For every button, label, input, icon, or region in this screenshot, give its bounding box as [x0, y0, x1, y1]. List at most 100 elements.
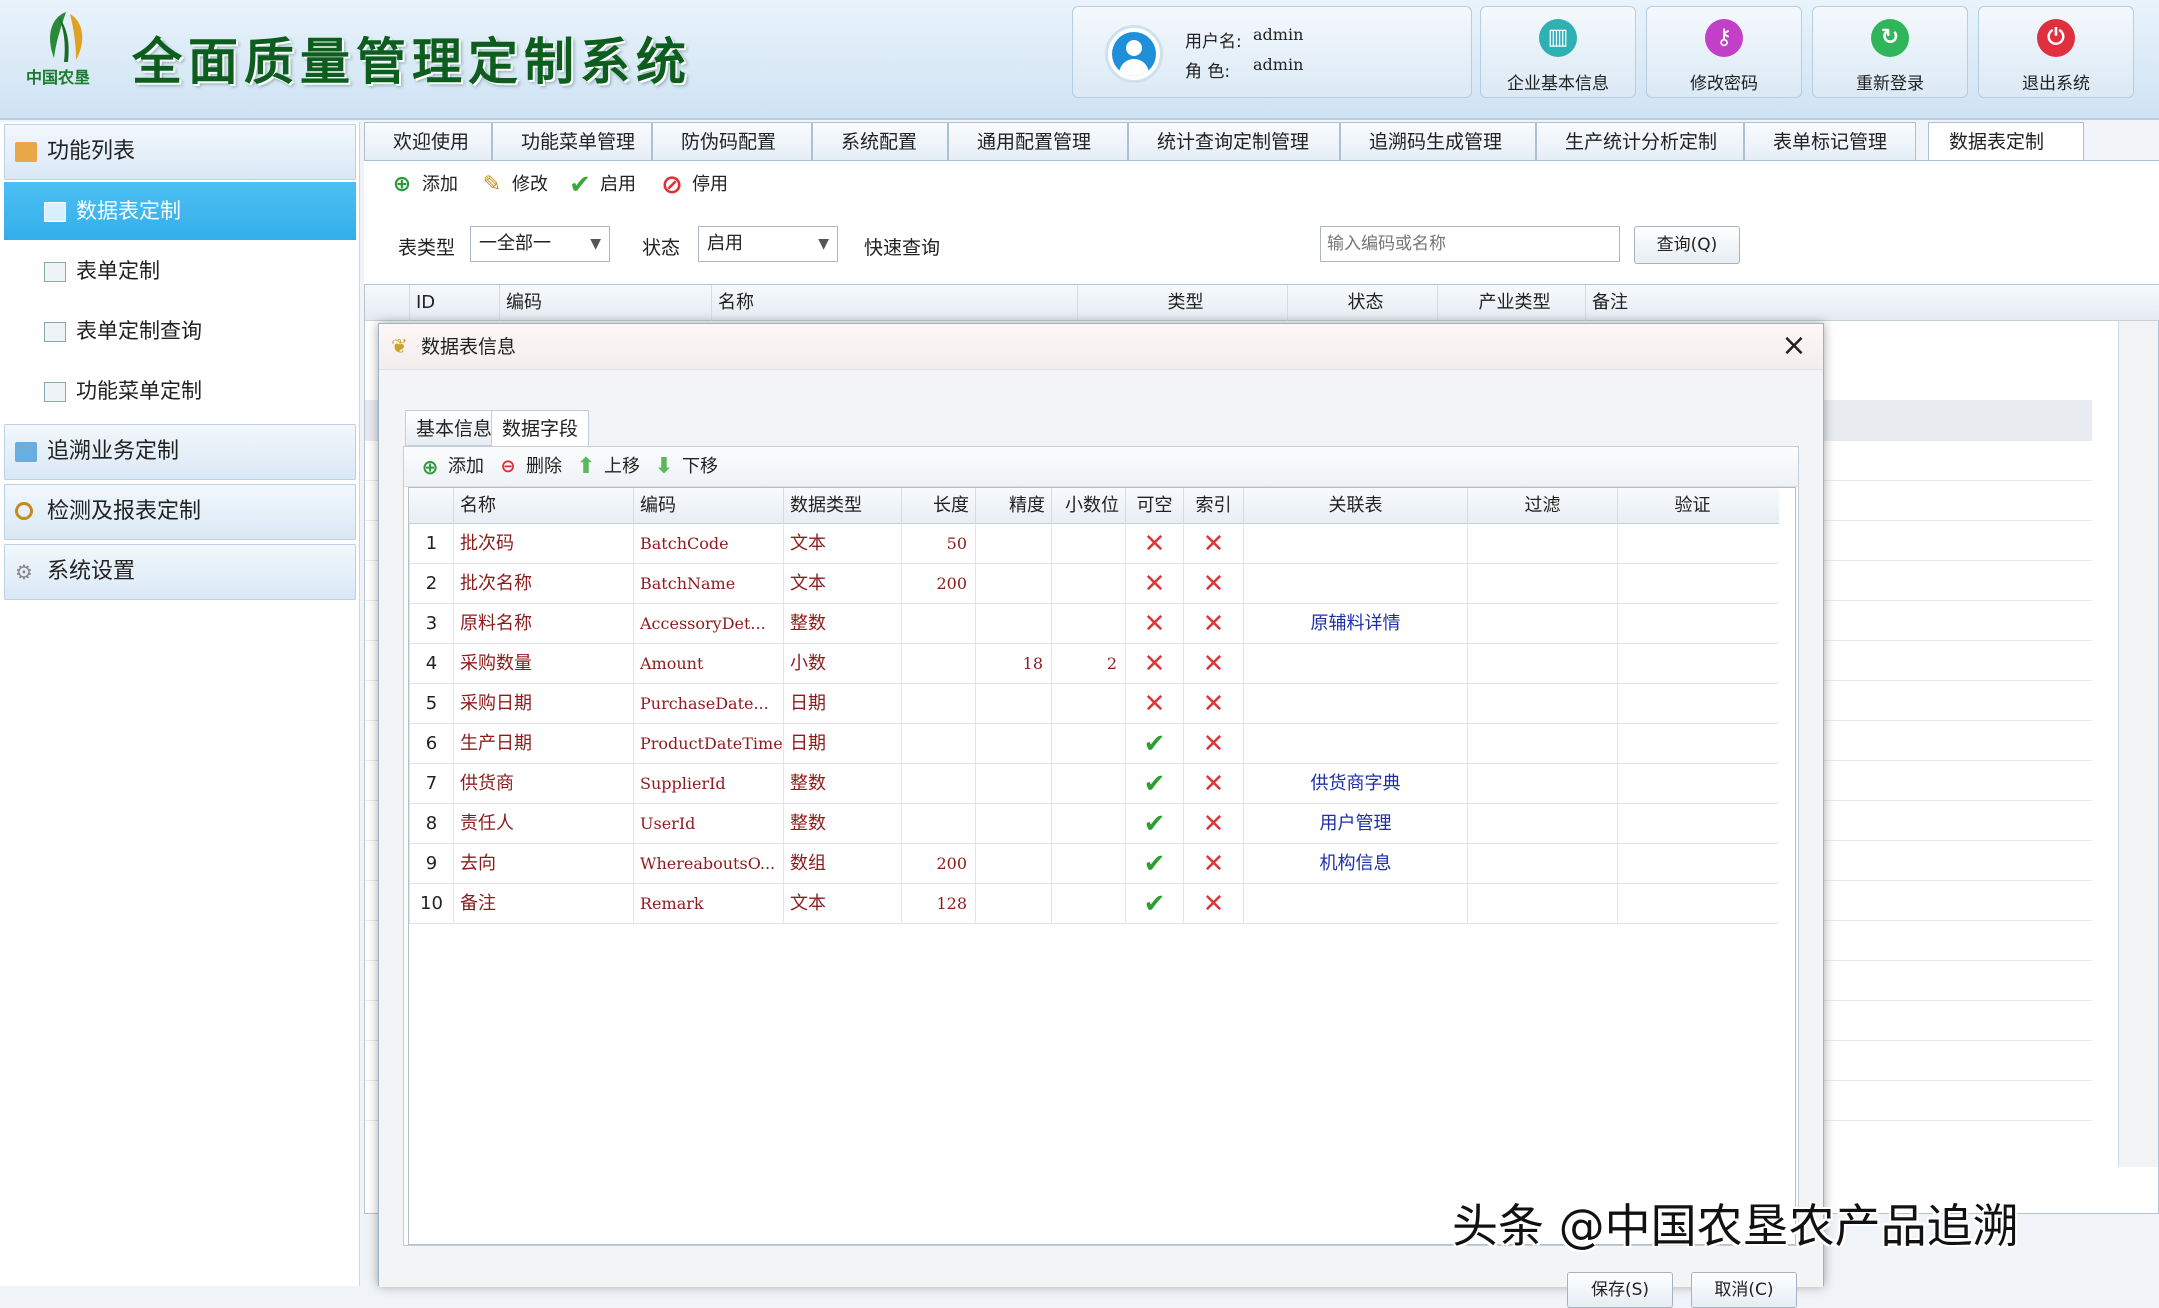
col-precision[interactable]: 精度	[975, 488, 1051, 524]
sidebar-item-datatable[interactable]: 数据表定制	[4, 182, 356, 240]
field-delete-button[interactable]: ⊖ 删除	[494, 451, 562, 483]
field-add-button[interactable]: ⊕ 添加	[416, 451, 484, 483]
quick-search-input[interactable]	[1320, 226, 1620, 262]
field-index-checkbox[interactable]: ✕	[1183, 644, 1243, 684]
company-info-button[interactable]: ▥ 企业基本信息	[1480, 6, 1636, 98]
relogin-button[interactable]: ↻ 重新登录	[1812, 6, 1968, 98]
table-row[interactable]: 8 责任人 UserId 整数 ✔ ✕ 用户管理	[409, 804, 1779, 844]
sidebar-group-trace[interactable]: 追溯业务定制	[4, 424, 356, 480]
tab-general-config[interactable]: 通用配置管理	[948, 122, 1128, 162]
field-nullable-checkbox[interactable]: ✕	[1125, 684, 1183, 724]
field-length	[901, 804, 975, 844]
grid-col-id[interactable]: ID	[409, 285, 499, 321]
field-nullable-checkbox[interactable]: ✔	[1125, 844, 1183, 884]
move-up-button[interactable]: ⬆ 上移	[572, 451, 640, 483]
col-filter[interactable]: 过滤	[1467, 488, 1617, 524]
sidebar-item-label: 表单定制查询	[76, 319, 202, 343]
col-scale[interactable]: 小数位	[1051, 488, 1125, 524]
tab-stat-query[interactable]: 统计查询定制管理	[1128, 122, 1340, 162]
col-relation[interactable]: 关联表	[1243, 488, 1467, 524]
logout-button[interactable]: ⏻ 退出系统	[1978, 6, 2134, 98]
save-button[interactable]: 保存(S)	[1567, 1272, 1673, 1308]
grid-col-status[interactable]: 状态	[1287, 285, 1437, 321]
table-row[interactable]: 2 批次名称 BatchName 文本 200 ✕ ✕	[409, 564, 1779, 604]
sidebar-group-settings[interactable]: ⚙ 系统设置	[4, 544, 356, 600]
col-index[interactable]: 索引	[1183, 488, 1243, 524]
field-nullable-checkbox[interactable]: ✕	[1125, 524, 1183, 564]
tab-trace-code[interactable]: 追溯码生成管理	[1340, 122, 1536, 162]
move-down-button[interactable]: ⬇ 下移	[650, 451, 718, 483]
table-row[interactable]: 6 生产日期 ProductDateTime 日期 ✔ ✕	[409, 724, 1779, 764]
query-button[interactable]: 查询(Q)	[1634, 226, 1740, 264]
cross-icon: ✕	[1143, 529, 1166, 559]
table-row[interactable]: 5 采购日期 PurchaseDate... 日期 ✕ ✕	[409, 684, 1779, 724]
check-icon: ✔	[569, 170, 591, 200]
field-nullable-checkbox[interactable]: ✕	[1125, 644, 1183, 684]
field-nullable-checkbox[interactable]: ✕	[1125, 564, 1183, 604]
add-button[interactable]: ⊕ 添加	[384, 169, 458, 201]
field-index-checkbox[interactable]: ✕	[1183, 604, 1243, 644]
grid-col-code[interactable]: 编码	[499, 285, 711, 321]
field-index-checkbox[interactable]: ✕	[1183, 564, 1243, 604]
table-row[interactable]: 1 批次码 BatchCode 文本 50 ✕ ✕	[409, 524, 1779, 564]
logout-label: 退出系统	[2022, 74, 2090, 94]
field-nullable-checkbox[interactable]: ✔	[1125, 804, 1183, 844]
table-row[interactable]: 9 去向 WhereaboutsO... 数组 200 ✔ ✕ 机构信息	[409, 844, 1779, 884]
tab-basic-info[interactable]: 基本信息	[405, 410, 504, 446]
field-index-checkbox[interactable]: ✕	[1183, 524, 1243, 564]
grid-scrollbar[interactable]	[2118, 321, 2158, 1167]
table-type-select[interactable]: 一全部一 ▼	[470, 226, 610, 262]
edit-button[interactable]: ✎ 修改	[474, 169, 548, 201]
field-index-checkbox[interactable]: ✕	[1183, 764, 1243, 804]
grid-col-type[interactable]: 类型	[1077, 285, 1287, 321]
grid-col-name[interactable]: 名称	[711, 285, 1077, 321]
col-nullable[interactable]: 可空	[1125, 488, 1183, 524]
sidebar-group-function-list[interactable]: 功能列表	[4, 124, 356, 180]
disable-button[interactable]: ⊘ 停用	[654, 169, 728, 201]
tab-form-mark[interactable]: 表单标记管理	[1744, 122, 1916, 162]
sidebar-group-report[interactable]: 检测及报表定制	[4, 484, 356, 540]
change-password-button[interactable]: ⚷ 修改密码	[1646, 6, 1802, 98]
col-data-type[interactable]: 数据类型	[783, 488, 901, 524]
dialog-title: 数据表信息	[421, 336, 517, 358]
col-name[interactable]: 名称	[453, 488, 633, 524]
table-row[interactable]: 4 采购数量 Amount 小数 18 2 ✕ ✕	[409, 644, 1779, 684]
status-select[interactable]: 启用 ▼	[698, 226, 838, 262]
tab-production-stat[interactable]: 生产统计分析定制	[1536, 122, 1744, 162]
field-nullable-checkbox[interactable]: ✔	[1125, 764, 1183, 804]
add-icon: ⊕	[392, 172, 412, 197]
field-nullable-checkbox[interactable]: ✔	[1125, 724, 1183, 764]
col-validate[interactable]: 验证	[1617, 488, 1767, 524]
col-length[interactable]: 长度	[901, 488, 975, 524]
tab-datatable[interactable]: 数据表定制	[1928, 122, 2084, 163]
sidebar-item-form[interactable]: 表单定制	[4, 242, 356, 300]
tab-data-fields[interactable]: 数据字段	[491, 410, 590, 447]
tab-welcome[interactable]: 欢迎使用	[364, 122, 492, 162]
tab-system-config[interactable]: 系统配置	[812, 122, 948, 162]
cancel-button[interactable]: 取消(C)	[1691, 1272, 1797, 1308]
field-code: SupplierId	[633, 764, 783, 804]
field-index-checkbox[interactable]: ✕	[1183, 844, 1243, 884]
sidebar-item-form-query[interactable]: 表单定制查询	[4, 302, 356, 360]
field-filter	[1467, 684, 1617, 724]
col-code[interactable]: 编码	[633, 488, 783, 524]
field-nullable-checkbox[interactable]: ✔	[1125, 884, 1183, 924]
field-index-checkbox[interactable]: ✕	[1183, 724, 1243, 764]
table-row[interactable]: 10 备注 Remark 文本 128 ✔ ✕	[409, 884, 1779, 924]
tab-menu-management[interactable]: 功能菜单管理	[492, 122, 652, 162]
enable-button[interactable]: ✔ 启用	[562, 169, 636, 201]
grid-col-industry[interactable]: 产业类型	[1437, 285, 1585, 321]
field-index-checkbox[interactable]: ✕	[1183, 804, 1243, 844]
field-index-checkbox[interactable]: ✕	[1183, 684, 1243, 724]
field-nullable-checkbox[interactable]: ✕	[1125, 604, 1183, 644]
field-index-checkbox[interactable]: ✕	[1183, 884, 1243, 924]
field-precision	[975, 724, 1051, 764]
field-relation	[1243, 524, 1467, 564]
tab-anticounterfeit[interactable]: 防伪码配置	[652, 122, 812, 162]
sidebar-item-menu[interactable]: 功能菜单定制	[4, 362, 356, 420]
field-scale	[1051, 524, 1125, 564]
close-icon[interactable]: ×	[1779, 331, 1809, 362]
grid-col-remark[interactable]: 备注	[1585, 285, 2045, 321]
table-row[interactable]: 7 供货商 SupplierId 整数 ✔ ✕ 供货商字典	[409, 764, 1779, 804]
table-row[interactable]: 3 原料名称 AccessoryDet... 整数 ✕ ✕ 原辅料详情	[409, 604, 1779, 644]
